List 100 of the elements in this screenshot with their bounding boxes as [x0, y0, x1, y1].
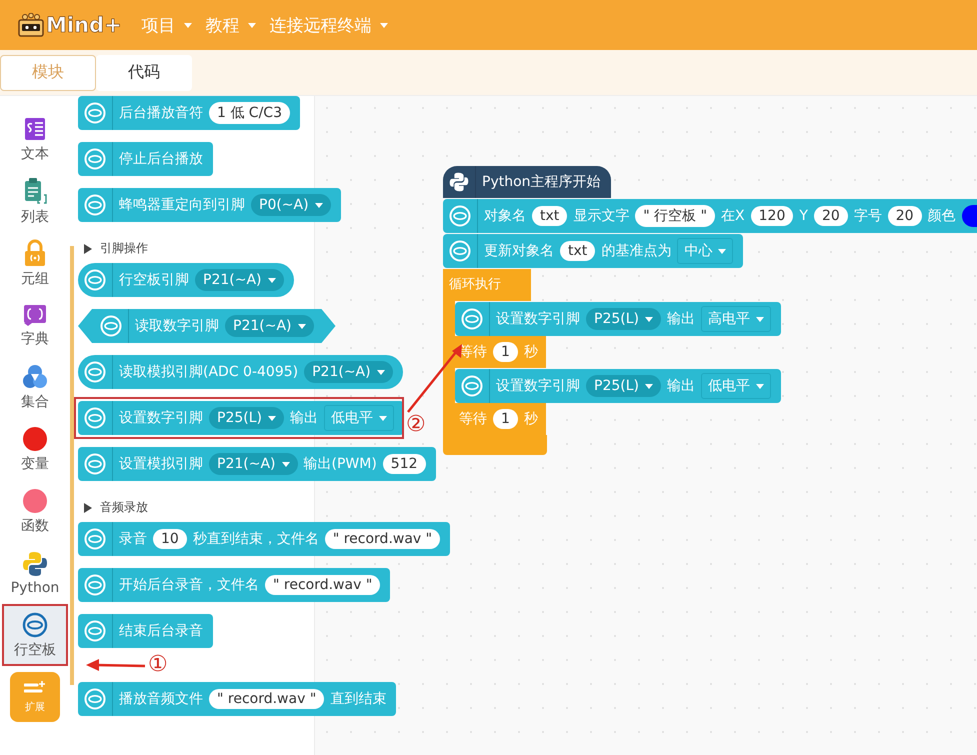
block-label: 输出(PWM) — [304, 455, 377, 473]
category-item[interactable]: 变量 — [2, 418, 68, 480]
robot-head-icon — [18, 13, 44, 37]
code-block[interactable]: 更新对象名 txt 的基准点为 中心 — [443, 234, 744, 268]
category-label: 集合 — [21, 392, 49, 410]
value-input[interactable]: 1 低 C/C3 — [209, 102, 290, 124]
category-item[interactable]: 元组 — [2, 232, 68, 294]
value-input[interactable]: " record.wav " — [265, 575, 380, 595]
python-logo-icon — [449, 172, 469, 192]
value-input[interactable]: 1 — [493, 342, 518, 362]
caret-icon — [644, 384, 653, 388]
block-label: 设置模拟引脚 — [119, 455, 203, 473]
code-block[interactable]: 对象名 txt 显示文字 " 行空板 " 在X 120 Y 20 字号 20 颜色 — [443, 199, 977, 233]
arrow — [86, 659, 146, 671]
value-input[interactable]: " record.wav " — [324, 529, 440, 549]
value-input[interactable]: " record.wav " — [209, 689, 324, 709]
ring-icon — [100, 315, 122, 337]
code-block[interactable]: 开始后台录音，文件名 " record.wav " — [78, 568, 390, 602]
category-label: Python — [10, 580, 60, 596]
caret-icon — [282, 462, 290, 466]
caret-icon — [268, 278, 276, 282]
venn-diagram-icon — [21, 364, 49, 390]
value-input[interactable]: 20 — [814, 206, 848, 226]
hat-block[interactable]: Python主程序开始 — [443, 166, 611, 198]
block-label: Python主程序开始 — [482, 173, 601, 191]
code-block[interactable]: 设置模拟引脚 P21(~A) 输出(PWM) 512 — [78, 447, 436, 481]
value-input[interactable]: 1 — [493, 409, 518, 429]
value-input[interactable]: " 行空板 " — [635, 205, 716, 227]
ring-icon — [22, 612, 48, 638]
block-label: 设置数字引脚 — [496, 377, 580, 395]
category-item[interactable]: 集合 — [2, 356, 68, 418]
caret-icon — [268, 416, 276, 420]
value-input[interactable]: 10 — [153, 529, 187, 549]
value-input[interactable]: 20 — [888, 206, 922, 226]
category-item[interactable]: 函数 — [2, 480, 68, 542]
category-label: 变量 — [21, 454, 49, 472]
category-item[interactable]: 文本 — [2, 108, 68, 170]
section-label: 引脚操作 — [100, 240, 148, 257]
code-block[interactable]: 后台播放音符 1 低 C/C3 — [78, 96, 300, 130]
ring-icon — [84, 194, 106, 216]
category-label: 行空板 — [14, 640, 56, 658]
ring-icon — [449, 205, 471, 227]
block-label: 停止后台播放 — [119, 150, 203, 168]
block-label: 设置数字引脚 — [119, 409, 203, 427]
extension-label: 扩展 — [25, 700, 45, 714]
tab[interactable]: 代码 — [96, 54, 192, 90]
caret-icon — [378, 416, 387, 420]
block-label: 输出 — [666, 310, 695, 328]
block-label: 结束后台录音 — [119, 622, 203, 640]
block-label: 录音 — [119, 530, 147, 548]
ring-icon — [461, 308, 483, 330]
block-label: 对象名 — [484, 207, 526, 225]
padlock-icon — [23, 238, 47, 266]
code-block[interactable]: 录音 10 秒直到结束，文件名 " record.wav " — [78, 522, 450, 556]
caret-icon — [376, 370, 385, 374]
category-label: 字典 — [21, 330, 49, 348]
triangle-icon — [84, 244, 92, 254]
category-item[interactable]: 字典 — [2, 294, 68, 356]
category-item[interactable]: 列表 — [2, 170, 68, 232]
ring-icon — [84, 269, 106, 291]
category-label: 元组 — [21, 270, 49, 288]
block-label: 开始后台录音，文件名 — [119, 576, 259, 594]
caret-icon — [756, 384, 764, 388]
step-number: ② — [406, 412, 426, 437]
ring-icon — [84, 620, 106, 642]
value-input[interactable]: 120 — [750, 206, 794, 226]
ring-icon — [84, 688, 106, 710]
ring-icon — [84, 361, 106, 383]
category-label: 函数 — [21, 516, 49, 534]
step-number: ① — [148, 652, 168, 677]
caret-icon — [298, 324, 306, 328]
circle-icon — [22, 488, 48, 514]
block-label: 蜂鸣器重定向到引脚 — [119, 196, 245, 214]
ring-icon — [84, 148, 106, 170]
caret-icon — [644, 316, 653, 322]
python-logo-icon — [22, 550, 48, 576]
value-input[interactable]: txt — [560, 241, 596, 261]
category-item[interactable]: 行空板 — [2, 604, 68, 666]
block-label: 秒 — [524, 343, 538, 361]
ring-icon — [84, 528, 106, 550]
category-item[interactable]: Python — [2, 542, 68, 604]
braces-icon — [22, 302, 48, 326]
triangle-icon — [84, 502, 92, 512]
value-input[interactable]: txt — [532, 206, 568, 226]
block-label: 循环执行 — [443, 269, 531, 301]
block-label: 颜色 — [928, 207, 956, 225]
value-input[interactable]: 512 — [382, 454, 426, 474]
circle-icon — [22, 426, 48, 452]
caret-icon — [314, 202, 323, 208]
ring-icon — [84, 453, 106, 475]
ring-icon — [449, 240, 471, 262]
ring-icon — [84, 407, 106, 429]
block-label: 读取模拟引脚(ADC 0-4095) — [119, 363, 298, 381]
document-icon — [22, 116, 48, 142]
arrow — [407, 344, 462, 413]
caret-icon — [756, 316, 764, 322]
code-block[interactable]: 播放音频文件 " record.wav " 直到结束 — [78, 682, 396, 716]
block-label: Y — [799, 208, 808, 224]
block-label: 行空板引脚 — [119, 271, 189, 289]
block-label: 显示文字 — [573, 207, 630, 225]
